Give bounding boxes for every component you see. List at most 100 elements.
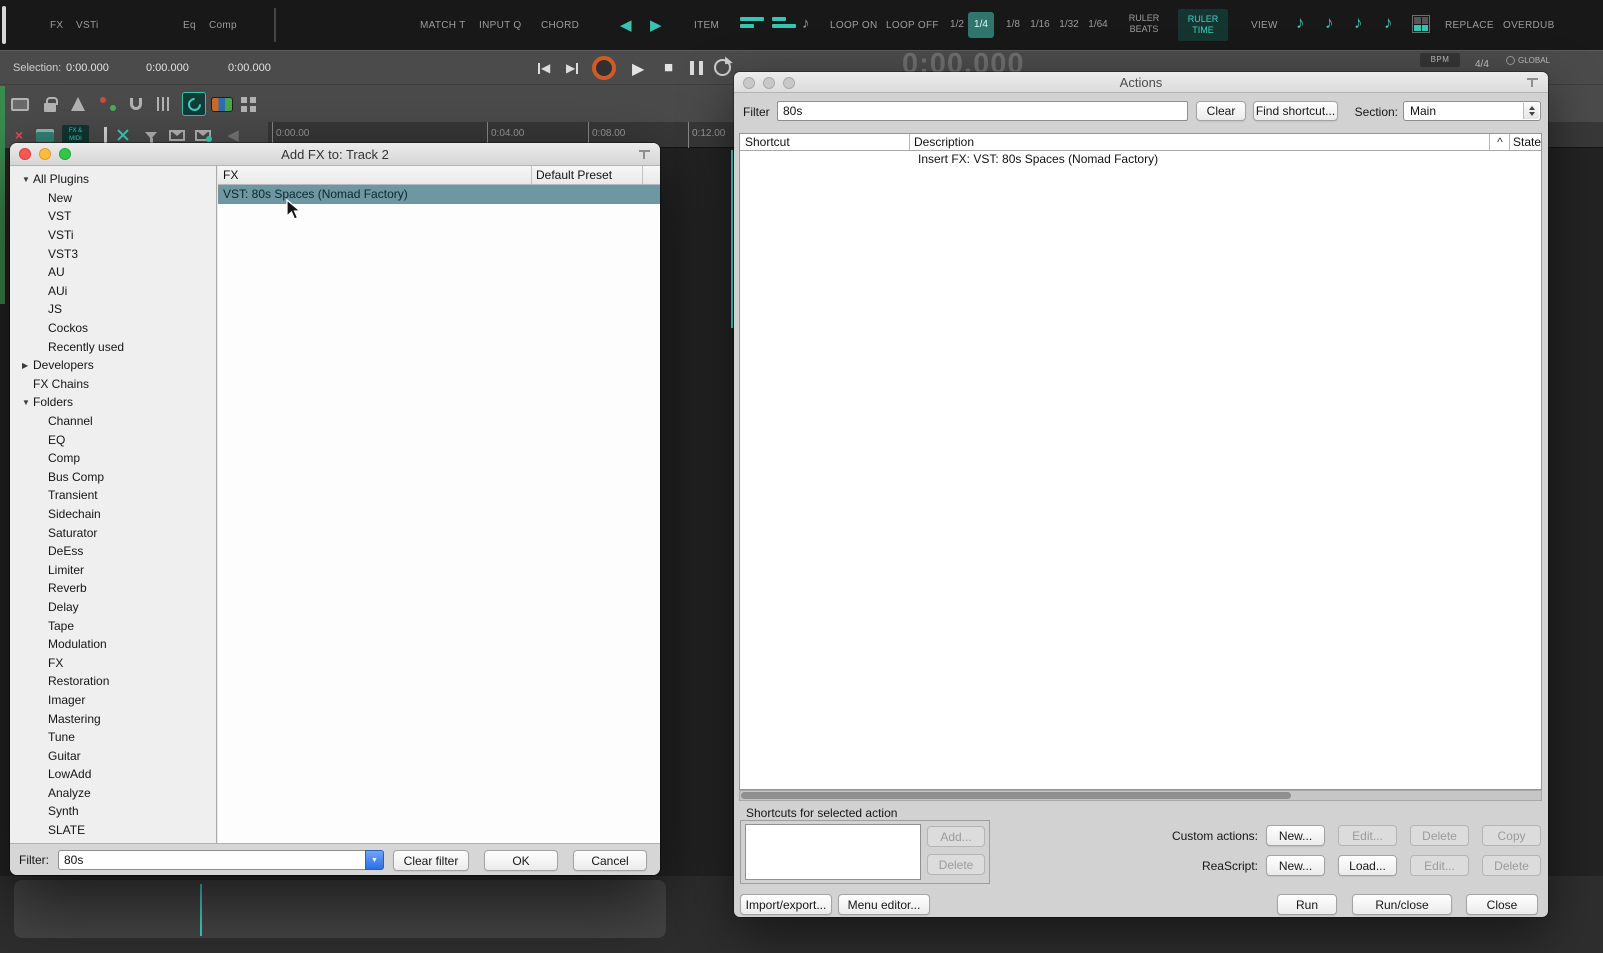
color-swatch-icon[interactable] [210,92,234,116]
tree-item-limiter[interactable]: Limiter [10,560,216,579]
state-column-header[interactable]: State [1513,134,1541,151]
actions-table[interactable]: Shortcut Description ^ State Insert FX: … [739,133,1542,790]
toolbar-vsti-button[interactable]: VSTi [76,20,99,31]
import-export-button[interactable]: Import/export... [740,894,832,915]
tree-item-imager[interactable]: Imager [10,691,216,710]
action-row[interactable]: Insert FX: VST: 80s Spaces (Nomad Factor… [740,151,1541,168]
close-button[interactable]: Close [1466,894,1538,915]
clear-button[interactable]: Clear [1196,101,1246,121]
section-select[interactable]: Main [1403,101,1541,121]
grid-division-1-2[interactable]: 1/2 [944,12,970,38]
play-button[interactable]: ▶ [632,59,644,79]
toolbar-item-button[interactable]: ITEM [694,20,719,31]
horizontal-scrollbar[interactable] [739,790,1542,801]
bpm-label[interactable]: BPM [1420,53,1460,67]
dock-window-icon[interactable] [639,150,650,159]
note-move-up-icon[interactable]: ♪ [1296,13,1305,33]
tree-item-comp[interactable]: Comp [10,449,216,468]
toolbar-input-quantize-button[interactable]: INPUT Q [479,20,521,31]
fx-dialog-titlebar[interactable]: Add FX to: Track 2 [10,143,660,166]
note-flag-icon[interactable]: ♪ [1384,13,1393,33]
selection-length-field[interactable]: 0:00.000 [228,62,271,74]
cancel-button[interactable]: Cancel [573,850,647,871]
pause-button[interactable] [690,61,703,75]
tree-item-guitar[interactable]: Guitar [10,746,216,765]
reascript-load-button[interactable]: Load... [1338,855,1397,876]
tree-item-analyze[interactable]: Analyze [10,784,216,803]
tree-item-mastering[interactable]: Mastering [10,709,216,728]
tree-item-developers[interactable]: ▶ Developers [10,356,216,375]
tree-item-tape[interactable]: Tape [10,616,216,635]
actions-filter-input[interactable] [777,101,1188,121]
loop-record-icon[interactable] [182,92,206,116]
tree-item-eq[interactable]: EQ [10,430,216,449]
fx-filter-input[interactable] [58,850,365,870]
actions-dialog-titlebar[interactable]: Actions [734,72,1548,93]
ruler-beats-button[interactable]: RULER BEATS [1120,13,1168,36]
reascript-new-button[interactable]: New... [1266,855,1325,876]
tree-item-sidechain[interactable]: Sidechain [10,505,216,524]
tree-item-recently-used[interactable]: Recently used [10,337,216,356]
menu-editor-button[interactable]: Menu editor... [838,894,930,915]
reascript-delete-button[interactable]: Delete [1482,855,1541,876]
scrollbar-thumb[interactable] [741,792,1291,799]
grid-division-1-64[interactable]: 1/64 [1085,12,1111,38]
selection-end-field[interactable]: 0:00.000 [146,62,189,74]
note-sharp-icon[interactable]: ♪ [1354,13,1363,33]
selection-start-field[interactable]: 0:00.000 [66,62,109,74]
triangle-closed-icon[interactable]: ▶ [22,361,33,370]
magnet-snap-icon[interactable] [124,92,148,116]
fx-list-row-selected[interactable]: VST: 80s Spaces (Nomad Factory) [218,185,660,204]
sort-indicator[interactable]: ^ [1492,134,1508,151]
global-automation-button[interactable]: GLOBAL [1506,56,1550,65]
metronome-icon[interactable] [66,92,90,116]
filter-dropdown-button[interactable]: ▼ [365,850,384,870]
grid-lines-icon[interactable] [152,92,176,116]
custom-actions-copy-button[interactable]: Copy [1482,825,1541,846]
grid-division-1-16[interactable]: 1/16 [1027,12,1053,38]
grid-division-1-4[interactable]: 1/4 [968,12,994,38]
tree-item-aui[interactable]: AUi [10,282,216,301]
record-button[interactable] [592,56,616,80]
description-column-header[interactable]: Description [914,134,974,151]
tree-item-channel[interactable]: Channel [10,412,216,431]
routing-icon[interactable] [96,92,120,116]
toolbar-match-tempo-button[interactable]: MATCH T [420,20,466,31]
toolbar-grip[interactable] [2,6,6,44]
quantize-items-icon[interactable] [740,17,764,31]
tree-item-vst3[interactable]: VST3 [10,244,216,263]
note-move-down-icon[interactable]: ♪ [1325,13,1334,33]
bottom-docker-panel[interactable] [14,880,666,938]
tree-item-au[interactable]: AU [10,263,216,282]
tree-item-saturator[interactable]: Saturator [10,523,216,542]
note-tie-icon[interactable]: ♪ [802,15,810,32]
triangle-open-icon[interactable]: ▼ [22,398,33,407]
reascript-edit-button[interactable]: Edit... [1410,855,1469,876]
fx-midi-filter-button[interactable]: FX & MIDI [62,125,89,144]
nav-forward-icon[interactable]: ▶ [650,16,662,34]
tree-item-synth[interactable]: Synth [10,802,216,821]
nav-back-icon[interactable]: ◀ [620,16,632,34]
tree-item-restoration[interactable]: Restoration [10,672,216,691]
triangle-open-icon[interactable]: ▼ [22,175,33,184]
stop-button[interactable]: ■ [664,59,673,76]
toolbar-comp-button[interactable]: Comp [209,20,237,31]
tree-item-modulation[interactable]: Modulation [10,635,216,654]
tree-item-vst[interactable]: VST [10,207,216,226]
repeat-button[interactable] [714,59,731,76]
tree-item-lowadd[interactable]: LowAdd [10,765,216,784]
monitor-icon[interactable] [8,92,32,116]
toolbar-overdub-button[interactable]: OVERDUB [1503,20,1555,31]
tree-item-new[interactable]: New [10,189,216,208]
find-shortcut-button[interactable]: Find shortcut... [1253,101,1338,121]
toolbar-view-button[interactable]: VIEW [1251,20,1278,31]
tree-item-tune[interactable]: Tune [10,728,216,747]
quantize-grid-icon[interactable] [772,17,796,31]
toolbar-replace-button[interactable]: REPLACE [1445,20,1494,31]
toolbar-eq-button[interactable]: Eq [183,20,196,31]
time-signature[interactable]: 4/4 [1475,59,1489,70]
tree-item-delay[interactable]: Delay [10,598,216,617]
grid-division-1-32[interactable]: 1/32 [1056,12,1082,38]
custom-actions-new-button[interactable]: New... [1266,825,1325,846]
tree-item-js[interactable]: JS [10,300,216,319]
